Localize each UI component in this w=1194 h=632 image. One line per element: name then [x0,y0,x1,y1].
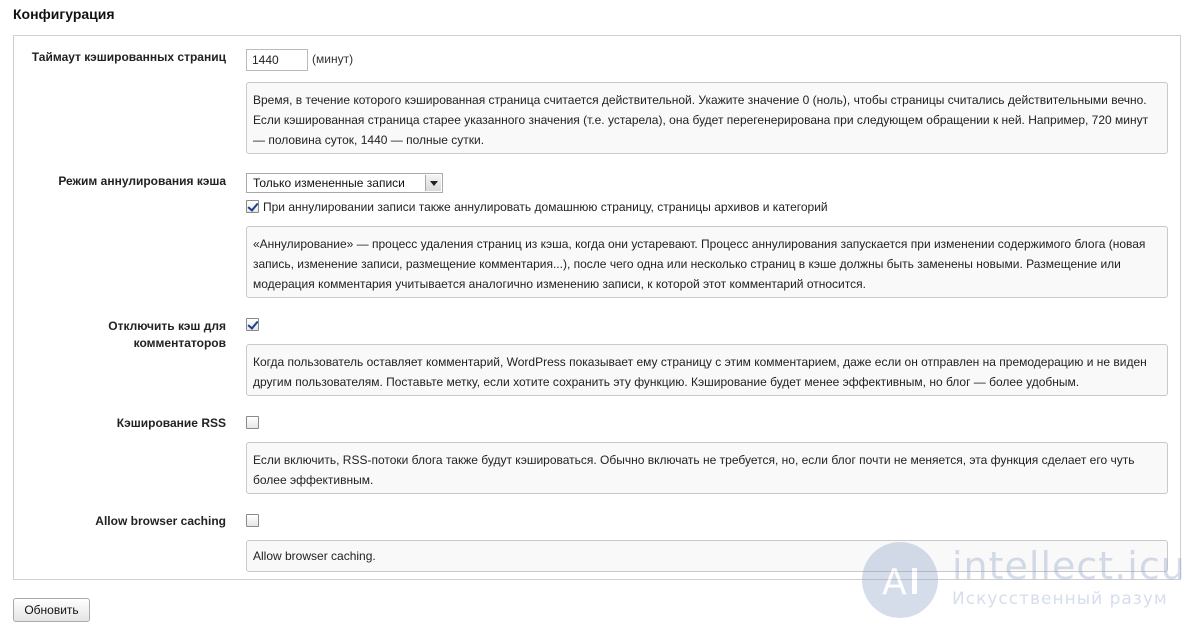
invalidate-home-checkbox[interactable] [246,200,259,213]
invalidate-home-label: При аннулировании записи также аннулиров… [263,200,828,214]
commenters-description: Когда пользователь оставляет комментарий… [246,344,1168,396]
browser-caching-label: Allow browser caching [95,514,226,528]
update-button[interactable]: Обновить [13,598,90,622]
commenters-checkbox[interactable] [246,318,259,331]
commenters-label-line2: комментаторов [133,336,226,350]
invalidation-select[interactable]: Только измененные записи [246,173,443,193]
section-title: Конфигурация [13,6,115,22]
settings-page: Конфигурация Таймаут кэшированных страни… [0,0,1194,632]
invalidation-label: Режим аннулирования кэша [58,174,226,188]
watermark-subtitle: Искусственный разум [952,589,1168,609]
rss-label: Кэширование RSS [116,416,226,430]
rss-checkbox[interactable] [246,416,259,429]
chevron-down-icon[interactable] [425,175,441,191]
timeout-input[interactable] [246,49,308,71]
timeout-unit: (минут) [312,52,354,66]
rss-description: Если включить, RSS-потоки блога также бу… [246,442,1168,494]
timeout-label: Таймаут кэшированных страниц [31,50,226,64]
invalidation-description: «Аннулирование» — процесс удаления стран… [246,226,1168,298]
browser-caching-checkbox[interactable] [246,514,259,527]
watermark-logo-icon: A [862,542,938,618]
watermark-text: intellect.icu [952,544,1186,588]
watermark: A intellect.icu Искусственный разум [860,540,1185,620]
timeout-description: Время, в течение которого кэшированная с… [246,82,1168,154]
svg-text:A: A [882,562,907,603]
commenters-label-line1: Отключить кэш для [108,319,226,333]
invalidation-select-value: Только измененные записи [253,176,405,190]
